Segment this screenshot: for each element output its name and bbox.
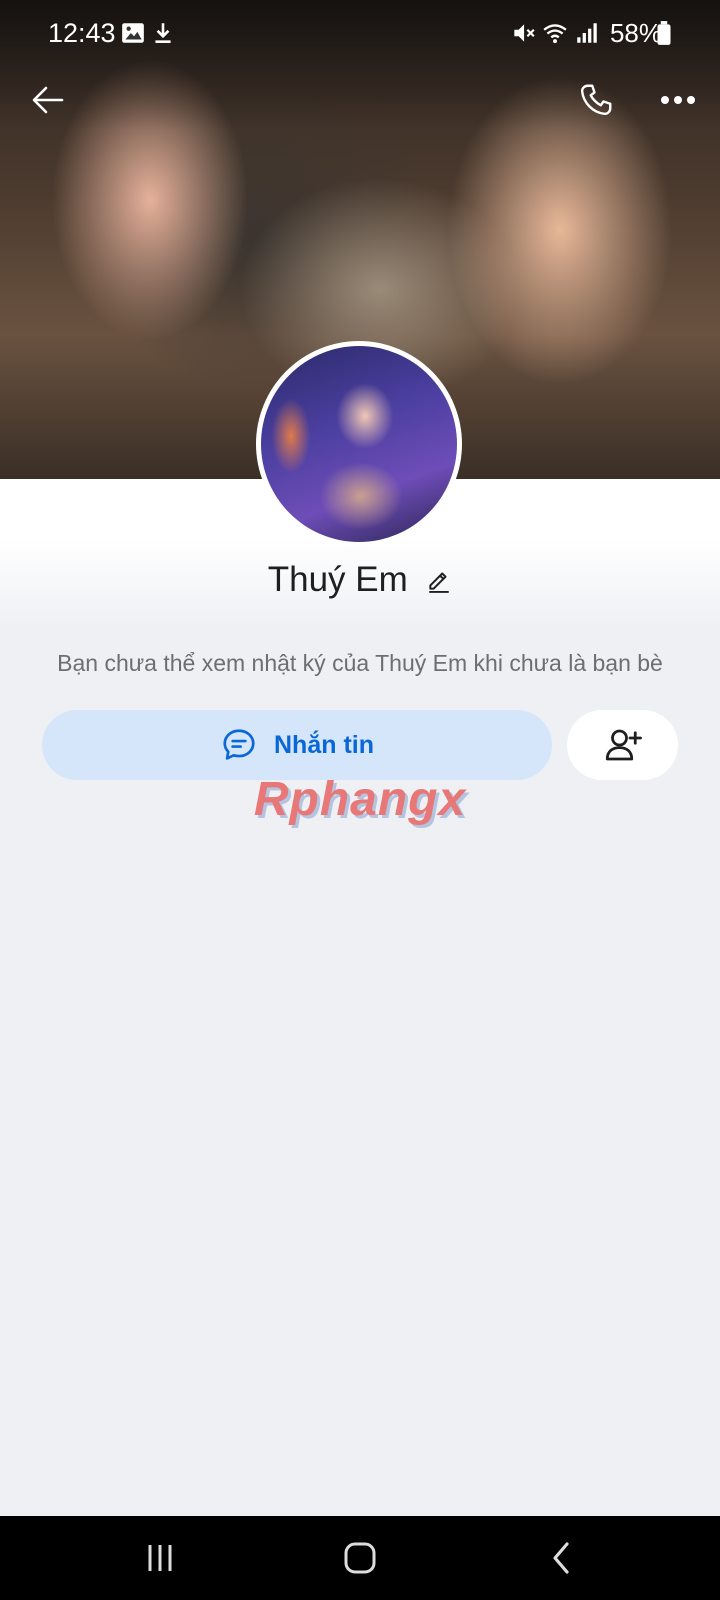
add-friend-button[interactable]: [567, 710, 678, 780]
back-nav-icon[interactable]: [532, 1530, 592, 1586]
edit-pencil-icon[interactable]: [426, 567, 452, 593]
status-bar: 12:43 58%: [0, 0, 720, 70]
message-label: Nhắn tin: [274, 730, 374, 759]
top-bar: [0, 70, 720, 140]
watermark-logo: Rphangx: [253, 773, 467, 826]
privacy-note: Bạn chưa thể xem nhật ký của Thuý Em khi…: [57, 650, 663, 676]
avatar[interactable]: [256, 341, 462, 547]
chat-bubble-icon: [223, 729, 255, 760]
name-row: Thuý Em: [0, 560, 720, 610]
wifi-icon: [543, 24, 567, 44]
mute-icon: [514, 24, 535, 42]
profile-name: Thuý Em: [267, 560, 408, 599]
more-dots-icon[interactable]: [650, 72, 706, 128]
home-icon[interactable]: [330, 1530, 390, 1586]
add-friend-icon: [605, 729, 642, 761]
avatar-photo: [261, 346, 457, 542]
battery-percent: 58%: [609, 18, 662, 48]
image-icon: [122, 23, 144, 43]
download-icon: [155, 23, 171, 43]
phone-icon[interactable]: [568, 72, 624, 128]
message-button[interactable]: Nhắn tin: [42, 710, 552, 780]
back-arrow-icon[interactable]: [20, 72, 76, 128]
profile-section: [0, 479, 720, 1516]
signal-icon: [577, 23, 597, 43]
status-time: 12:43: [48, 18, 116, 48]
battery-icon: [657, 21, 671, 45]
recent-apps-icon[interactable]: [130, 1530, 190, 1586]
navigation-bar: [0, 1516, 720, 1600]
